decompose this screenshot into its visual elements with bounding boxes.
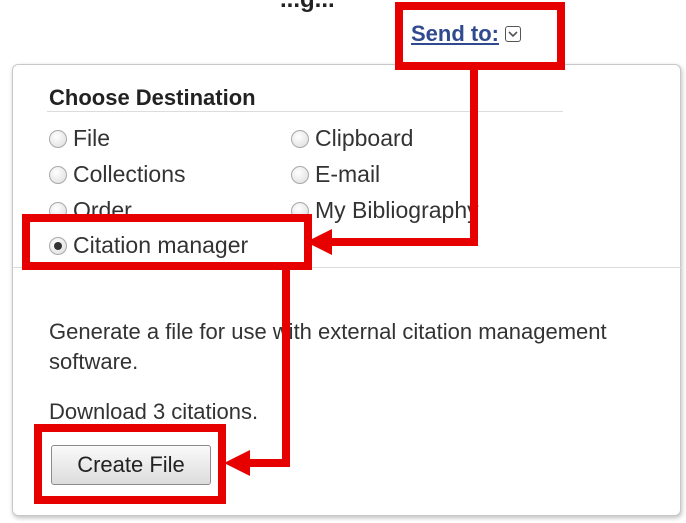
option-label: File xyxy=(73,125,111,151)
option-citation-manager[interactable]: Citation manager xyxy=(49,232,248,259)
destination-description: Generate a file for use with external ci… xyxy=(49,319,607,374)
download-count-text: Download 3 citations. xyxy=(49,399,259,424)
send-to-panel: Choose Destination File Clipboard Collec… xyxy=(12,64,682,516)
option-order[interactable]: Order xyxy=(49,197,132,224)
section-divider xyxy=(13,267,682,268)
radio-dot xyxy=(54,241,62,250)
radio-button[interactable] xyxy=(291,165,309,184)
option-label: Order xyxy=(73,197,132,223)
radio-button[interactable] xyxy=(49,129,67,148)
radio-button[interactable] xyxy=(49,201,67,220)
radio-button[interactable] xyxy=(49,165,67,184)
option-collections[interactable]: Collections xyxy=(49,161,186,188)
title-divider xyxy=(47,111,563,112)
option-label: Clipboard xyxy=(315,125,414,151)
send-to-link[interactable]: Send to: xyxy=(411,20,521,48)
option-label: E-mail xyxy=(315,161,381,187)
option-clipboard[interactable]: Clipboard xyxy=(291,125,413,152)
radio-button-selected[interactable] xyxy=(49,236,67,255)
option-my-bibliography[interactable]: My Bibliography xyxy=(291,197,479,224)
radio-button[interactable] xyxy=(291,201,309,220)
panel-title: Choose Destination xyxy=(49,85,256,110)
send-to-label[interactable]: Send to: xyxy=(411,21,499,47)
cut-off-heading: ...g... xyxy=(280,0,335,14)
option-label: My Bibliography xyxy=(315,197,479,223)
option-file[interactable]: File xyxy=(49,125,110,152)
option-label: Collections xyxy=(73,161,186,187)
create-file-button[interactable]: Create File xyxy=(51,445,211,485)
option-email[interactable]: E-mail xyxy=(291,161,380,188)
chevron-down-icon[interactable] xyxy=(505,26,521,42)
radio-button[interactable] xyxy=(291,129,309,148)
send-to-screen: ...g... Send to: Choose Destination File… xyxy=(0,0,686,523)
option-label: Citation manager xyxy=(73,232,249,258)
